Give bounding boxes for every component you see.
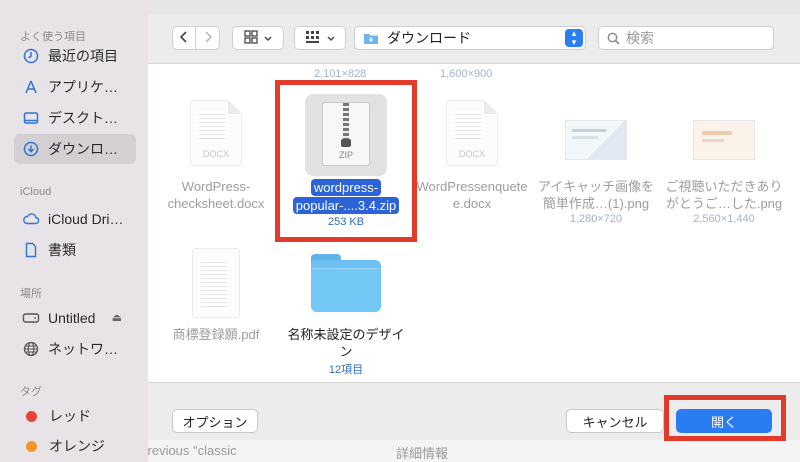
sidebar-item-icloud-drive[interactable]: iCloud Dri…: [14, 204, 136, 234]
forward-button[interactable]: [196, 26, 220, 50]
group-icon: [305, 30, 321, 47]
file-name: アイキャッチ画像を: [537, 179, 655, 194]
file-dialog: ダウンロード ▴ ▾ 検索 2,101×828 1,600×900 DOCX Wo…: [148, 14, 800, 440]
tag-red-dot: [26, 410, 37, 422]
image-thumbnail: [693, 120, 755, 160]
docx-file-icon: DOCX: [190, 100, 242, 166]
file-name: ご視聴いただきあり: [665, 179, 783, 194]
sidebar-item-label: Untitled: [48, 310, 96, 326]
document-icon: [22, 241, 40, 259]
file-item[interactable]: DOCX WordPress- checksheet.docx: [154, 94, 278, 224]
sidebar-item-desktop[interactable]: デスクト…: [14, 103, 136, 133]
file-name: 商標登録願.pdf: [172, 327, 260, 342]
eject-icon[interactable]: ⏏: [112, 311, 122, 324]
drive-icon: [22, 309, 40, 327]
sidebar-item-label: iCloud Dri…: [48, 211, 124, 227]
cancel-button[interactable]: キャンセル: [566, 409, 664, 433]
applications-icon: [22, 78, 40, 96]
sidebar-item-tag-orange[interactable]: オレンジ: [14, 431, 136, 461]
sidebar-item-label: 書類: [48, 242, 76, 258]
back-button[interactable]: [172, 26, 196, 50]
sidebar-item-label: ネットワ…: [48, 341, 118, 357]
search-placeholder: 検索: [626, 30, 654, 46]
sidebar-item-label: レッド: [49, 408, 91, 424]
grid-view-icon: [244, 29, 258, 47]
chevron-left-icon: [179, 30, 189, 46]
options-button[interactable]: オプション: [172, 409, 258, 433]
sidebar-item-label: アプリケ…: [48, 79, 118, 95]
background-link: 詳細情報: [396, 446, 449, 461]
docx-file-icon: DOCX: [446, 100, 498, 166]
folder-name: 名称未設定のデザイ: [287, 327, 405, 342]
file-dimensions: 1,600×900: [440, 68, 493, 80]
file-item[interactable]: ご視聴いただきあり がとうご…した.png 2,560×1,440: [662, 94, 786, 234]
chevron-down-icon: [264, 31, 272, 45]
sidebar-item-label: オレンジ: [49, 438, 105, 454]
popup-arrows-icon: ▴ ▾: [565, 29, 583, 47]
file-grid: 2,101×828 1,600×900 DOCX WordPress- chec…: [148, 64, 800, 382]
sidebar-item-applications[interactable]: アプリケ…: [14, 72, 136, 102]
location-popup[interactable]: ダウンロード ▴ ▾: [354, 26, 586, 50]
sidebar-item-downloads[interactable]: ダウンロ…: [14, 134, 136, 164]
sidebar: よく使う項目 最近の項目 アプリケ… デスクト… ダウンロ… iCloud iC…: [0, 0, 148, 462]
search-field[interactable]: 検索: [598, 26, 774, 50]
sidebar-item-label: ダウンロ…: [48, 141, 118, 157]
search-icon: [607, 32, 620, 45]
sidebar-item-tag-red[interactable]: レッド: [14, 401, 136, 431]
chevron-down-icon: [327, 31, 335, 45]
sidebar-item-untitled[interactable]: Untitled ⏏: [14, 303, 136, 333]
toolbar: ダウンロード ▴ ▾ 検索: [148, 14, 800, 64]
file-name: がとうご…した.png: [665, 196, 783, 211]
file-dimensions: 2,560×1,440: [693, 213, 755, 225]
folder-icon: [363, 32, 379, 45]
folder-item[interactable]: 名称未設定のデザイ ン 12項目: [284, 242, 408, 376]
sidebar-item-network[interactable]: ネットワ…: [14, 334, 136, 364]
cloud-icon: [22, 210, 40, 228]
sidebar-section-icloud: iCloud: [20, 186, 52, 198]
chevron-right-icon: [203, 30, 213, 46]
folder-item-count: 12項目: [328, 364, 364, 376]
clock-icon: [22, 47, 40, 65]
file-name: WordPressenquete: [416, 179, 528, 194]
highlight-box-open-button: [664, 395, 786, 441]
file-item[interactable]: 商標登録願.pdf: [154, 242, 278, 352]
file-item[interactable]: DOCX WordPressenquete e.docx: [410, 94, 534, 224]
file-name: 簡単作成…(1).png: [542, 196, 650, 211]
sidebar-item-label: デスクト…: [48, 110, 118, 126]
tag-orange-dot: [26, 440, 37, 452]
download-icon: [22, 140, 40, 158]
file-name: checksheet.docx: [167, 196, 265, 211]
globe-icon: [22, 340, 40, 358]
pdf-file-icon: [192, 248, 240, 318]
file-dimensions: 1,280×720: [569, 213, 623, 225]
sidebar-section-tags: タグ: [20, 386, 42, 398]
file-dimensions: 2,101×828: [314, 68, 367, 80]
desktop-icon: [22, 109, 40, 127]
folder-name: ン: [339, 344, 353, 359]
file-name: WordPress-: [181, 179, 251, 194]
image-thumbnail: [565, 120, 627, 160]
view-icons-button[interactable]: [232, 26, 284, 50]
sidebar-item-recents[interactable]: 最近の項目: [14, 41, 136, 71]
sidebar-item-label: 最近の項目: [48, 48, 118, 64]
group-button[interactable]: [294, 26, 346, 50]
folder-icon: [311, 254, 381, 312]
sidebar-section-locations: 場所: [20, 288, 42, 300]
sidebar-item-documents[interactable]: 書類: [14, 235, 136, 265]
file-item[interactable]: アイキャッチ画像を 簡単作成…(1).png 1,280×720: [534, 94, 658, 234]
file-name: e.docx: [452, 196, 492, 211]
location-label: ダウンロード: [387, 30, 471, 46]
highlight-box-selected-file: [275, 80, 417, 242]
